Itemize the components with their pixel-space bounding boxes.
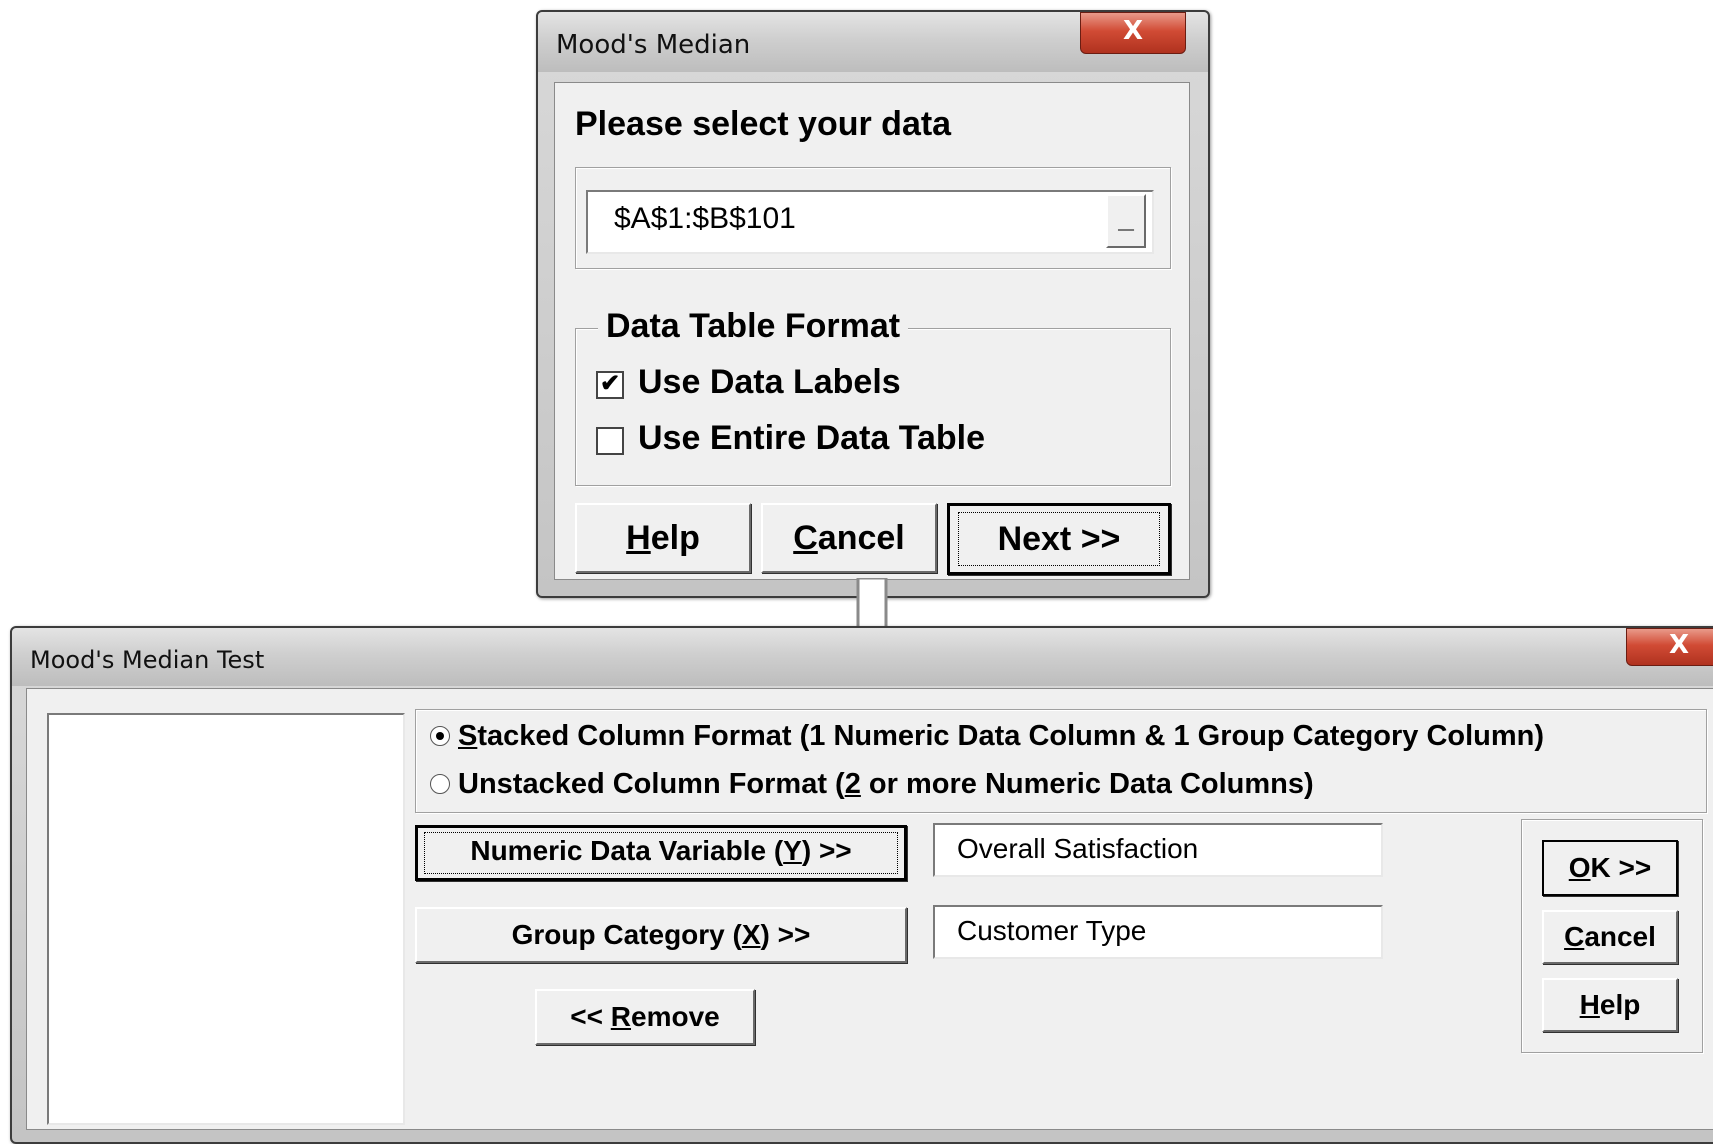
cancel-button[interactable]: Cancel (1542, 910, 1678, 964)
cancel-label: ancel (817, 519, 905, 557)
numeric-data-variable-value: Overall Satisfaction (957, 833, 1199, 864)
cancel-button[interactable]: Cancel (761, 503, 937, 573)
group-category-field[interactable]: Customer Type (933, 905, 1383, 959)
cancel-mnemonic: C (793, 519, 818, 557)
close-button[interactable]: X (1626, 628, 1713, 666)
radio-selected-dot (436, 732, 444, 740)
ok-label: K >> (1590, 852, 1652, 883)
stacked-format-label[interactable]: Stacked Column Format (1 Numeric Data Co… (458, 720, 1544, 753)
remove-button[interactable]: << Remove (535, 989, 755, 1045)
range-picker-icon: _ (1118, 202, 1134, 233)
unstacked-format-radio[interactable] (430, 774, 450, 794)
dialog-titlebar[interactable]: Mood's Median Test X (12, 628, 1713, 686)
use-data-labels-label[interactable]: Use Data Labels (638, 363, 901, 402)
data-range-input[interactable]: $A$1:$B$101 _ (586, 190, 1154, 254)
moods-median-test-dialog: Mood's Median Test X Stacked Column Form… (10, 626, 1713, 1144)
select-data-prompt: Please select your data (575, 105, 952, 143)
unstacked-text-post: or more Numeric Data Columns) (860, 768, 1314, 800)
group-button-text-post: ) >> (760, 919, 811, 950)
dialog-client-area: Stacked Column Format (1 Numeric Data Co… (26, 688, 1713, 1130)
help-label: elp (1599, 989, 1641, 1020)
group-category-value: Customer Type (957, 915, 1147, 946)
group-button-mnemonic: X (741, 919, 761, 950)
variables-listbox[interactable] (47, 713, 405, 1125)
group-category-button[interactable]: Group Category (X) >> (415, 907, 907, 963)
close-icon: X (1122, 16, 1144, 46)
help-mnemonic: H (1579, 989, 1600, 1020)
unstacked-format-label[interactable]: Unstacked Column Format (2 or more Numer… (458, 768, 1314, 801)
data-table-format-group: Data Table Format ✔ Use Data Labels Use … (575, 307, 1171, 486)
ok-mnemonic: O (1568, 852, 1591, 883)
numeric-data-variable-field[interactable]: Overall Satisfaction (933, 823, 1383, 877)
focus-rectangle (958, 512, 1160, 566)
use-data-labels-checkbox[interactable]: ✔ (596, 371, 624, 399)
range-group: $A$1:$B$101 _ (575, 167, 1171, 269)
data-table-format-legend: Data Table Format (598, 307, 909, 346)
use-entire-data-table-checkbox[interactable] (596, 427, 624, 455)
stacked-text: tacked Column Format (1 Numeric Data Col… (477, 720, 1545, 752)
remove-button-text-post: emove (631, 1001, 720, 1032)
cancel-label: ancel (1584, 921, 1656, 952)
help-mnemonic: H (626, 519, 651, 557)
remove-button-mnemonic: R (610, 1001, 631, 1032)
column-format-group: Stacked Column Format (1 Numeric Data Co… (415, 709, 1707, 813)
dialog-title: Mood's Median Test (30, 646, 265, 674)
close-icon: X (1668, 630, 1690, 660)
focus-rectangle (424, 832, 898, 874)
dialog-titlebar[interactable]: Mood's Median X (538, 12, 1208, 72)
next-button[interactable]: Next >> (947, 503, 1171, 575)
close-button[interactable]: X (1080, 12, 1186, 54)
data-range-value: $A$1:$B$101 (614, 202, 796, 235)
numeric-data-variable-button[interactable]: Numeric Data Variable (Y) >> (415, 825, 907, 881)
remove-button-text-pre: << (570, 1001, 611, 1032)
ok-button[interactable]: OK >> (1542, 840, 1678, 896)
help-button[interactable]: Help (1542, 978, 1678, 1032)
help-button[interactable]: Help (575, 503, 751, 573)
help-label: elp (650, 519, 700, 557)
check-icon: ✔ (599, 370, 621, 397)
stacked-format-radio[interactable] (430, 726, 450, 746)
unstacked-mnemonic: 2 (844, 768, 861, 800)
moods-median-dialog: Mood's Median X Please select your data … (536, 10, 1210, 598)
unstacked-text-pre: Unstacked Column Format ( (458, 768, 845, 800)
dialog-title: Mood's Median (556, 30, 751, 60)
action-buttons-group: OK >> Cancel Help (1521, 819, 1703, 1053)
stacked-mnemonic: S (458, 720, 478, 752)
range-picker-button[interactable]: _ (1106, 194, 1146, 248)
cancel-mnemonic: C (1564, 921, 1585, 952)
group-button-text-pre: Group Category ( (511, 919, 742, 950)
use-entire-data-table-label[interactable]: Use Entire Data Table (638, 419, 985, 458)
dialog-client-area: Please select your data $A$1:$B$101 _ Da… (554, 82, 1190, 580)
